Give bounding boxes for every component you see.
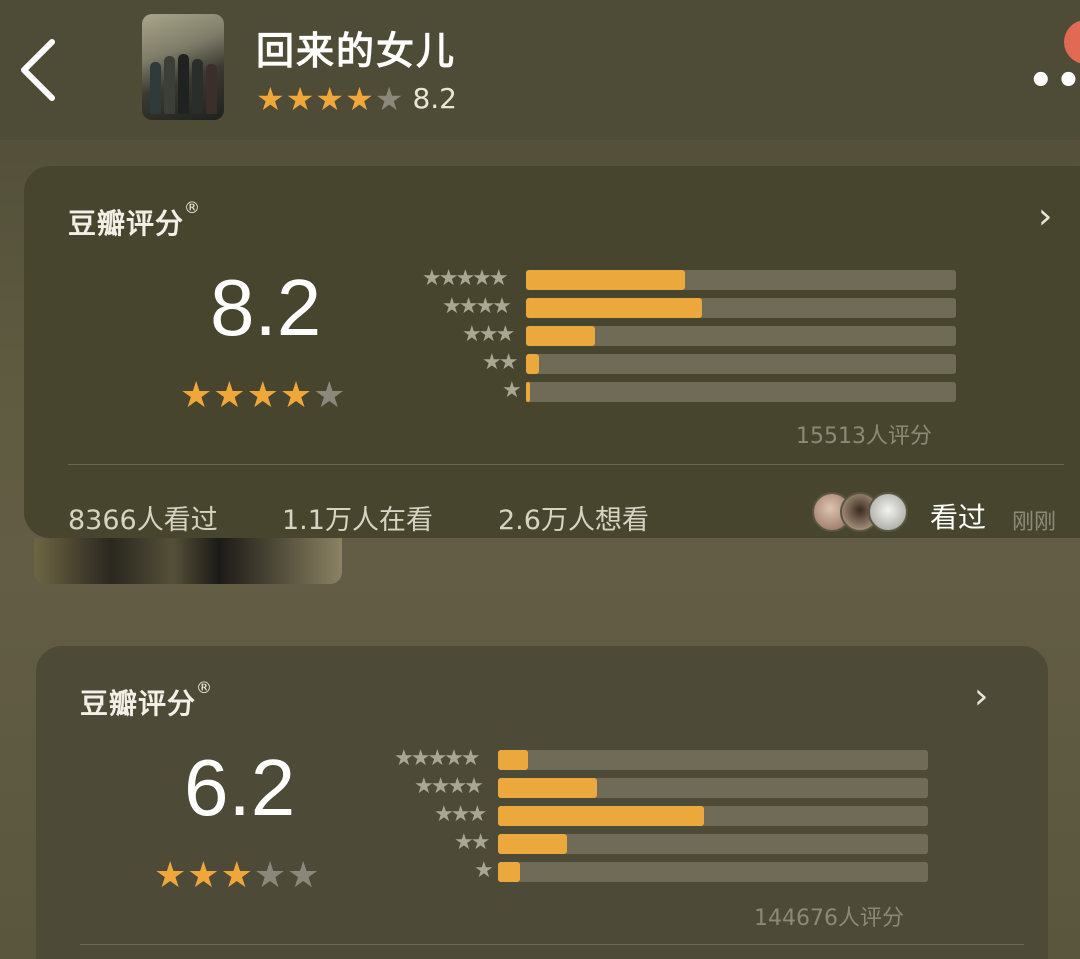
star-icon: ★ (315, 79, 345, 118)
star-level-label: ★★★★★ (394, 746, 481, 771)
rating-count: 15513人评分 (796, 424, 932, 449)
rating-label: 豆瓣评分® (68, 198, 201, 242)
time-label: 刚刚 (1012, 510, 1057, 535)
score-value: 6.2 (184, 743, 296, 832)
watching-stat[interactable]: 1.1万人在看 (282, 498, 433, 537)
divider (68, 464, 1064, 465)
star-icon: ★ (287, 855, 320, 896)
distribution-bar (498, 834, 567, 854)
distribution-track (498, 862, 928, 882)
registered-mark: ® (196, 678, 214, 697)
distribution-bar (498, 806, 704, 826)
star-icon: ★ (279, 375, 313, 416)
star-level-label: ★★ (482, 350, 518, 375)
star-level-label: ★★★ (434, 802, 487, 827)
distribution-track (498, 750, 928, 770)
distribution-bar (498, 778, 597, 798)
distribution-track (526, 326, 956, 346)
star-icon: ★ (374, 79, 404, 118)
star-level-label: ★★★★ (442, 294, 512, 319)
back-button[interactable] (14, 30, 70, 110)
distribution-track (498, 834, 928, 854)
star-icon: ★ (285, 79, 315, 118)
distribution-row: ★★★★★ (404, 266, 964, 291)
star-icon: ★ (154, 855, 187, 896)
rating-label-text: 豆瓣评分 (68, 207, 185, 240)
divider (80, 944, 1024, 945)
distribution-row: ★ (404, 378, 964, 403)
background-still-image (34, 538, 342, 584)
more-dots-icon[interactable]: •• (1028, 58, 1080, 104)
star-icon: ★ (313, 375, 346, 416)
star-icon: ★ (256, 79, 285, 118)
star-level-label: ★★ (454, 830, 490, 855)
distribution-bar (526, 326, 595, 346)
star-icon: ★ (246, 375, 279, 416)
chevron-right-icon[interactable]: › (1038, 196, 1052, 237)
star-level-label: ★ (474, 858, 494, 883)
rating-card-2[interactable]: 豆瓣评分® › 6.2 ★ ★ ★ ★ ★ ★★★★★ ★★★★ ★★★ ★★ ★ 14… (36, 646, 1048, 959)
star-level-label: ★★★★ (414, 774, 484, 799)
rating-card-1[interactable]: 豆瓣评分® › 8.2 ★ ★ ★ ★ ★ ★★★★★ ★★★★ ★★★ ★★ ★ 15… (24, 166, 1080, 538)
rating-label: 豆瓣评分® (80, 678, 213, 722)
chevron-left-icon (21, 39, 55, 101)
distribution-row: ★★★ (376, 802, 936, 827)
star-icon: ★ (220, 855, 253, 896)
friend-avatars[interactable] (812, 492, 908, 532)
distribution-bar (498, 750, 528, 770)
distribution-row: ★★★ (404, 322, 964, 347)
distribution-row: ★★ (404, 350, 964, 375)
distribution-bar (498, 862, 520, 882)
registered-mark: ® (184, 198, 202, 217)
seen-label: 看过 (930, 501, 987, 534)
distribution-track (526, 354, 956, 374)
distribution-bar (526, 270, 685, 290)
distribution-track (498, 778, 928, 798)
distribution-row: ★★★★★ (376, 746, 936, 771)
star-icon: ★ (187, 855, 220, 896)
distribution-row: ★★★★ (376, 774, 936, 799)
distribution-track (526, 298, 956, 318)
star-level-label: ★★★ (462, 322, 515, 347)
distribution-row: ★ (376, 858, 936, 883)
star-level-label: ★★★★★ (422, 266, 509, 291)
star-icon: ★ (345, 79, 374, 118)
score-value: 8.2 (210, 263, 322, 352)
rating-label-text: 豆瓣评分 (80, 687, 197, 720)
distribution-track (526, 270, 956, 290)
distribution-bar (526, 298, 702, 318)
star-icon: ★ (253, 855, 287, 896)
distribution-track (498, 806, 928, 826)
score-stars: ★ ★ ★ ★ ★ (180, 378, 346, 414)
distribution-bar (526, 382, 530, 402)
distribution-bar (526, 354, 539, 374)
movie-poster[interactable] (142, 14, 224, 120)
star-level-label: ★ (502, 378, 522, 403)
star-icon: ★ (180, 375, 213, 416)
header-rating: ★ ★ ★ ★ ★ 8.2 (256, 82, 457, 115)
header-score: 8.2 (412, 82, 457, 115)
star-icon: ★ (213, 375, 246, 416)
distribution-row: ★★★★ (404, 294, 964, 319)
rating-count: 144676人评分 (754, 906, 904, 931)
chevron-right-icon[interactable]: › (974, 676, 988, 717)
want-to-watch-stat[interactable]: 2.6万人想看 (498, 498, 649, 537)
top-bar: 回来的女儿 ★ ★ ★ ★ ★ 8.2 •• (0, 0, 1080, 140)
distribution-row: ★★ (376, 830, 936, 855)
watched-stat[interactable]: 8366人看过 (68, 498, 218, 537)
distribution-track (526, 382, 956, 402)
movie-rating-page: 回来的女儿 ★ ★ ★ ★ ★ 8.2 •• 豆瓣评分® › 8.2 ★ ★ ★… (0, 0, 1080, 959)
page-title: 回来的女儿 (256, 29, 457, 73)
avatar (868, 492, 908, 532)
score-stars: ★ ★ ★ ★ ★ (154, 858, 320, 894)
